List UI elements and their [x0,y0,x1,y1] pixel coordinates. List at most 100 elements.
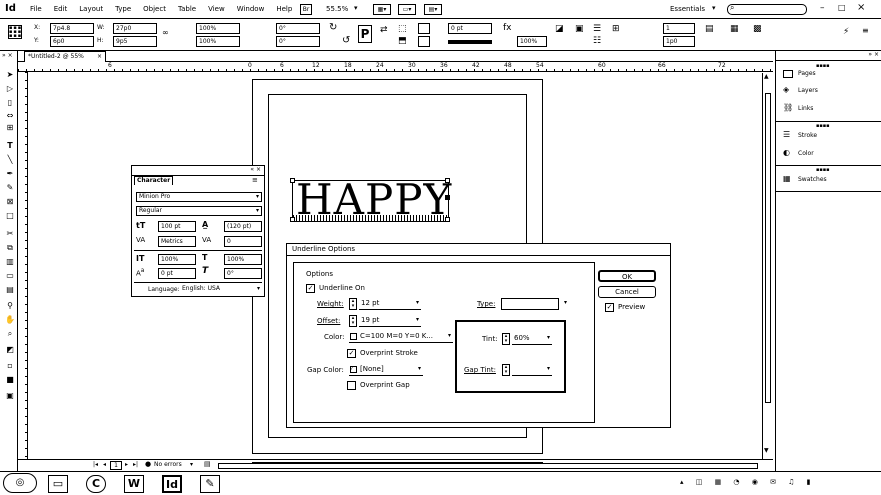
w-field[interactable]: 27p0 [113,23,157,34]
note-tool-icon[interactable]: ▤ [4,285,16,295]
frame-fitting-icon[interactable]: ⊞ [612,24,620,34]
quick-apply-icon[interactable]: ⚡ [843,27,849,37]
frame-handle[interactable] [290,217,295,222]
page-tool-icon[interactable]: ▯ [4,98,16,108]
gradient-feather-tool-icon[interactable]: ▭ [4,271,16,281]
scroll-up-icon[interactable]: ▲ [764,73,769,80]
zoom-tool-icon[interactable]: ⌕ [4,329,16,339]
dialog-title-bar[interactable]: Underline Options [287,244,670,256]
wrap-object-icon[interactable]: ▩ [753,24,762,34]
font-family-dropdown[interactable]: Minion Pro ▾ [136,192,262,202]
view-options-button[interactable]: ▦▾ [373,4,391,15]
columns-field[interactable]: 1 [663,23,695,34]
align-icon[interactable]: ☰ [593,24,601,34]
panel-color[interactable]: ◐ Color [776,148,881,160]
kerning-field[interactable]: Metrics [158,236,196,247]
color-dropdown[interactable]: C=100 M=0 Y=0 K... ▾ [349,331,453,343]
page-number-field[interactable]: 1 [110,461,122,470]
document-close-icon[interactable]: × [97,52,102,61]
menu-type[interactable]: Type [115,5,131,13]
open-page-icon[interactable]: ▤ [204,460,211,468]
menu-table[interactable]: Table [178,5,196,13]
paint-taskbar-icon[interactable]: ✎ [200,475,220,493]
zoom-dropdown-icon[interactable]: ▾ [354,4,358,12]
tint-field[interactable]: 60% ▾ [512,333,552,345]
character-tab[interactable]: Character [134,176,174,185]
skew-field[interactable]: 0° [224,268,262,279]
pencil-tool-icon[interactable]: ✎ [4,183,16,193]
tools-panel-grip[interactable]: » × [2,53,16,61]
baseline-shift-field[interactable]: 0 pt [158,268,196,279]
gap-tint-stepper[interactable]: ▴ ▾ [502,364,510,376]
gap-tool-icon[interactable]: ⇔ [4,111,16,121]
overprint-gap-checkbox[interactable] [347,381,356,390]
auto-fit-icon[interactable]: ▦ [730,24,739,34]
stroke-weight-field[interactable]: 0 pt [448,23,492,34]
font-size-field[interactable]: 100 pt [158,221,196,232]
line-tool-icon[interactable]: ╲ [4,155,16,165]
formatting-affects-icon[interactable]: ▫ [4,361,16,371]
workspace-switcher[interactable]: Essentials [670,5,705,13]
menu-window[interactable]: Window [237,5,265,13]
tracking-field[interactable]: 0 [224,236,262,247]
h-field[interactable]: 9p5 [113,36,157,47]
start-button-icon[interactable]: ◎ [3,473,37,493]
indesign-taskbar-icon[interactable]: Id [162,475,182,493]
offset-field[interactable]: 19 pt ▾ [359,315,421,327]
character-panel-header[interactable]: « × [132,166,264,176]
fill-stroke-icon[interactable]: ◩ [4,345,16,355]
opacity-field[interactable]: 100% [517,36,547,47]
free-transform-tool-icon[interactable]: ⧉ [4,243,16,253]
workspace-dropdown-icon[interactable]: ▾ [712,4,716,12]
horizontal-scale-field[interactable]: 100% [224,254,262,265]
panel-layers[interactable]: ◈ Layers [776,85,881,97]
pen-tool-icon[interactable]: ✒ [4,169,16,179]
text-frame-button[interactable]: P [358,25,372,43]
tint-stepper[interactable]: ▴ ▾ [502,333,510,345]
character-panel-menu-icon[interactable]: ≡ [252,176,258,184]
menu-help[interactable]: Help [276,5,292,13]
type-dropdown-icon[interactable]: ▾ [564,299,567,306]
horizontal-scrollbar[interactable] [218,463,758,469]
vertical-scrollbar[interactable]: ▲ ▼ [762,73,773,459]
explorer-taskbar-icon[interactable]: ▭ [48,475,68,493]
preview-checkbox[interactable]: ✓ [605,303,614,312]
drop-shadow-icon[interactable]: ◪ [555,24,564,34]
zoom-level[interactable]: 55.5% [326,5,348,13]
frame-handle[interactable] [445,195,450,200]
eyedropper-tool-icon[interactable]: ⚲ [4,301,16,311]
selection-tool-icon[interactable]: ➤ [4,70,16,80]
hand-tool-icon[interactable]: ✋ [4,315,16,325]
panel-links[interactable]: ⛓ Links [776,103,881,115]
bridge-button[interactable]: Br [300,4,312,15]
scissors-tool-icon[interactable]: ✂ [4,229,16,239]
text-wrap-icon[interactable]: ▤ [705,24,714,34]
rectangle-frame-tool-icon[interactable]: ⊠ [4,197,16,207]
gap-color-dropdown[interactable]: ⁄ [None] ▾ [349,364,423,376]
wrap-icon[interactable]: ▣ [575,24,584,34]
type-dropdown[interactable] [501,298,559,310]
leading-field[interactable]: (120 pt) [224,221,262,232]
constrain-proportions-icon[interactable]: ∞ [162,28,169,37]
rotate-icon[interactable]: ↻ [329,22,337,33]
effects-icon[interactable]: fx [503,23,512,33]
panel-pages[interactable]: Pages [776,68,881,80]
content-collector-icon[interactable]: ⊞ [4,123,16,133]
stroke-swatch-icon[interactable] [418,36,430,47]
gutter-field[interactable]: 1p0 [663,36,695,47]
scale-y-field[interactable]: 100% [196,36,240,47]
panel-stroke[interactable]: ☰ Stroke [776,130,881,142]
minimize-icon[interactable]: – [820,3,825,13]
screen-mode-icon[interactable]: ▣ [4,391,16,401]
flip-icon[interactable]: ⇄ [380,25,388,35]
menu-object[interactable]: Object [143,5,166,13]
search-field[interactable] [727,4,807,15]
font-style-dropdown[interactable]: Regular ▾ [136,206,262,216]
arrange-documents-button[interactable]: ▤▾ [424,4,442,15]
direct-selection-tool-icon[interactable]: ▷ [4,84,16,94]
apply-color-icon[interactable]: ■ [4,375,16,385]
shear-field[interactable]: 0° [276,36,320,47]
scroll-thumb[interactable] [765,93,771,403]
maximize-icon[interactable]: □ [838,3,846,12]
stroke-type-line[interactable] [448,40,492,44]
